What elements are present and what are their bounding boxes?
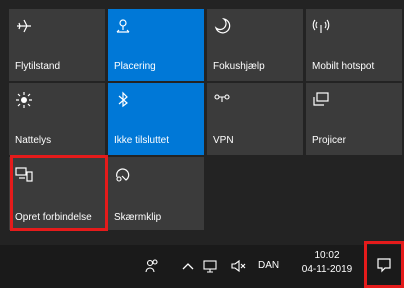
language-indicator[interactable]: DAN <box>258 260 279 271</box>
highlight-box-connect <box>10 155 108 231</box>
tile-label: VPN <box>213 135 234 146</box>
screen-snip-icon <box>116 168 130 182</box>
tile-label: Placering <box>114 61 156 72</box>
tile-project[interactable]: Projicer <box>306 83 402 155</box>
project-icon <box>313 92 329 106</box>
tile-label: Fokushjælp <box>213 61 265 72</box>
tile-label: Ikke tilsluttet <box>114 135 170 146</box>
tile-label: Flytilstand <box>15 61 61 72</box>
volume-muted-icon[interactable] <box>230 258 246 274</box>
clock-time: 10:02 <box>314 250 340 261</box>
network-icon[interactable] <box>202 258 218 274</box>
tile-airplane-mode[interactable]: Flytilstand <box>9 9 105 81</box>
clock[interactable]: 10:02 04-11-2019 <box>301 249 353 277</box>
tile-label: Skærmklip <box>114 212 162 223</box>
airplane-icon <box>17 19 31 33</box>
tile-location[interactable]: Placering <box>108 9 204 81</box>
tile-focus-assist[interactable]: Fokushjælp <box>207 9 303 81</box>
taskbar: DAN 10:02 04-11-2019 <box>0 241 404 288</box>
brightness-icon <box>16 92 32 108</box>
tile-screen-snip[interactable]: Skærmklip <box>108 157 204 230</box>
tile-vpn[interactable]: VPN <box>207 83 303 155</box>
action-center-icon[interactable] <box>376 257 392 273</box>
vpn-icon <box>214 94 230 102</box>
tile-bluetooth[interactable]: Ikke tilsluttet <box>108 83 204 155</box>
clock-date: 04-11-2019 <box>301 264 353 275</box>
people-icon[interactable] <box>144 258 160 274</box>
tile-night-light[interactable]: Nattelys <box>9 83 105 155</box>
moon-icon <box>214 17 231 34</box>
tile-label: Projicer <box>312 135 346 146</box>
tile-label: Nattelys <box>15 135 52 146</box>
tile-mobile-hotspot[interactable]: Mobilt hotspot <box>306 9 402 81</box>
location-icon <box>116 19 130 33</box>
bluetooth-icon <box>118 91 128 108</box>
action-center-panel: Flytilstand Placering Fokushjælp Mobilt … <box>0 0 404 245</box>
chevron-up-icon[interactable] <box>180 258 196 274</box>
hotspot-icon <box>312 19 330 33</box>
tile-label: Mobilt hotspot <box>312 61 375 72</box>
